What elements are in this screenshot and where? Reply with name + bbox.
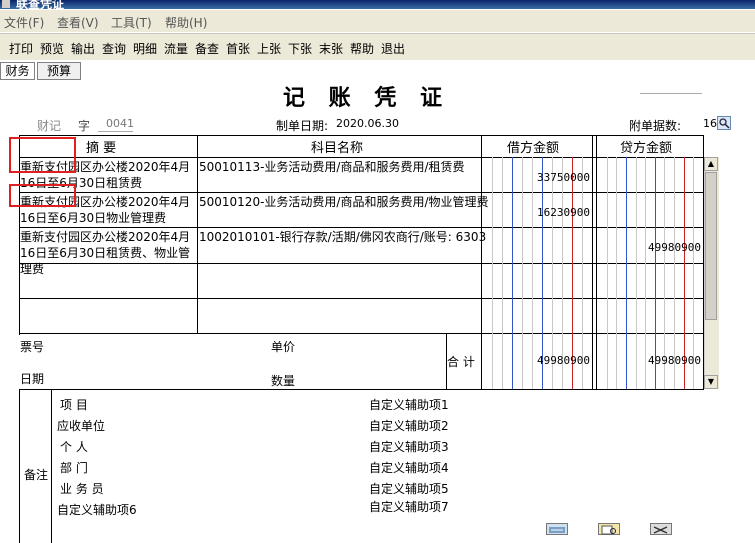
- menu-tools[interactable]: 工具(T): [111, 14, 152, 31]
- scroll-down-icon[interactable]: ▼: [704, 375, 718, 389]
- highlight-box-1: [9, 137, 76, 173]
- window-title: 联查凭证: [16, 0, 65, 9]
- row-1-debit[interactable]: 33750000: [482, 171, 590, 184]
- unit-price-label: 单价: [271, 340, 296, 354]
- row-2-account[interactable]: 50010120-业务活动费用/商品和服务费用/物业管理费: [199, 194, 489, 210]
- tools-icon[interactable]: [650, 523, 672, 535]
- title-bar: 联查凭证: [0, 0, 755, 9]
- menu-view[interactable]: 查看(V): [57, 14, 99, 31]
- print-button[interactable]: 打印: [9, 40, 33, 57]
- exit-button[interactable]: 退出: [381, 40, 405, 57]
- date-label: 制单日期:: [276, 119, 329, 133]
- previous-button[interactable]: 上张: [257, 40, 281, 57]
- row-3-account[interactable]: 1002010101-银行存款/活期/佛冈农商行/账号: 6303: [199, 229, 486, 245]
- column-account: 科目名称: [311, 141, 364, 156]
- highlight-box-2: [9, 184, 76, 207]
- memo-button[interactable]: 备查: [195, 40, 219, 57]
- scroll-up-icon[interactable]: ▲: [704, 157, 718, 171]
- total-debit: 49980900: [537, 354, 590, 367]
- remark-custom-6: 自定义辅助项6: [57, 503, 137, 517]
- row-3-summary[interactable]: 重新支付园区办公楼2020年4月16日至6月30日租赁费、物业管理费: [20, 229, 196, 277]
- search-icon[interactable]: [717, 116, 731, 130]
- row-2-debit[interactable]: 16230900: [482, 206, 590, 219]
- remark-custom-1: 自定义辅助项1: [369, 398, 449, 412]
- app-icon: [2, 0, 10, 8]
- export-button[interactable]: 输出: [71, 40, 95, 57]
- remark-salesperson: 业 务 员: [60, 482, 104, 496]
- remark-department: 部 门: [60, 461, 88, 475]
- tab-finance[interactable]: 财务: [0, 62, 35, 80]
- toolbar: 打印 预览 输出 查询 明细 流量 备查 首张 上张 下张 末张 帮助 退出: [0, 33, 755, 61]
- info-icon[interactable]: [546, 523, 568, 535]
- column-credit: 贷方金额: [620, 141, 673, 156]
- voucher-date[interactable]: 2020.06.30: [336, 117, 399, 130]
- first-button[interactable]: 首张: [226, 40, 250, 57]
- total-label: 合 计: [447, 355, 475, 369]
- remark-custom-4: 自定义辅助项4: [369, 461, 449, 475]
- scroll-thumb[interactable]: [705, 172, 717, 320]
- help-button[interactable]: 帮助: [350, 40, 374, 57]
- cashflow-button[interactable]: 流量: [164, 40, 188, 57]
- number-underline: [98, 131, 133, 132]
- row-3-credit[interactable]: 49980900: [597, 241, 701, 254]
- remark-person: 个 人: [60, 440, 88, 454]
- voucher-number[interactable]: 0041: [106, 117, 134, 130]
- zi-label: 字: [78, 119, 91, 133]
- attach-label: 附单据数:: [629, 119, 682, 133]
- row-1-account[interactable]: 50010113-业务活动费用/商品和服务费用/租赁费: [199, 159, 465, 175]
- voucher-type[interactable]: 财记: [37, 117, 61, 134]
- last-button[interactable]: 末张: [319, 40, 343, 57]
- remark-custom-3: 自定义辅助项3: [369, 440, 449, 454]
- ticket-number-label: 票号: [20, 340, 45, 354]
- detail-button[interactable]: 明细: [133, 40, 157, 57]
- tab-budget[interactable]: 预算: [37, 62, 81, 80]
- menu-file[interactable]: 文件(F): [4, 14, 44, 31]
- attach-count[interactable]: 16: [703, 117, 717, 130]
- preview-button[interactable]: 预览: [40, 40, 64, 57]
- remark-custom-2: 自定义辅助项2: [369, 419, 449, 433]
- quantity-label: 数量: [271, 374, 296, 388]
- remark-custom-5: 自定义辅助项5: [369, 482, 449, 496]
- query-button[interactable]: 查询: [102, 40, 126, 57]
- voucher-title: 记 账 凭 证: [283, 85, 450, 111]
- next-button[interactable]: 下张: [288, 40, 312, 57]
- menu-help[interactable]: 帮助(H): [165, 14, 207, 31]
- remarks-divider: [51, 389, 52, 543]
- column-summary: 摘 要: [86, 141, 117, 156]
- preview-icon[interactable]: [598, 523, 620, 535]
- divider: [640, 93, 702, 94]
- column-debit: 借方金额: [507, 141, 560, 156]
- remarks-border: [19, 389, 20, 543]
- total-credit: 49980900: [648, 354, 701, 367]
- remark-project: 项 目: [60, 398, 88, 412]
- remark-custom-7: 自定义辅助项7: [369, 500, 449, 514]
- menu-bar: 文件(F) 查看(V) 工具(T) 帮助(H): [0, 10, 755, 32]
- remark-receivable-unit: 应收单位: [57, 419, 106, 433]
- remarks-label: 备注: [24, 468, 49, 482]
- date-field-label: 日期: [20, 372, 45, 386]
